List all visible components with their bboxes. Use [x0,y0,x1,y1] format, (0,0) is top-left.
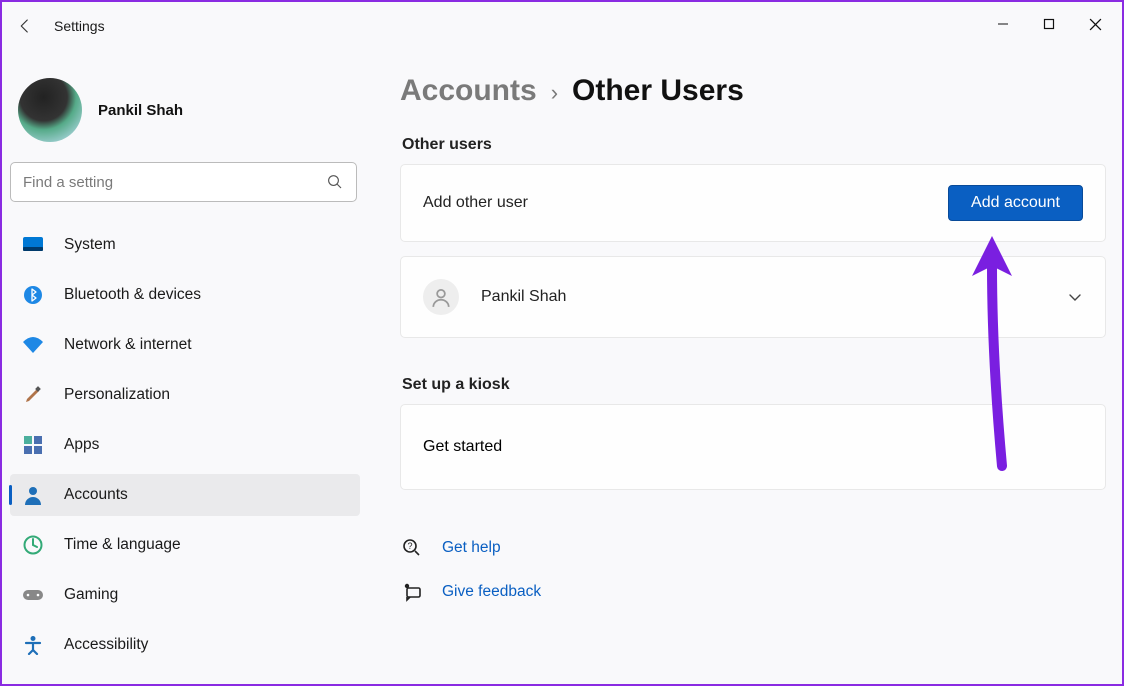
nav-label: Accessibility [64,636,148,654]
user-name: Pankil Shah [481,288,1067,306]
nav-label: System [64,236,116,254]
minimize-button[interactable] [980,4,1026,44]
kiosk-get-started-label: Get started [423,438,502,456]
chevron-right-icon: › [551,80,558,106]
minimize-icon [997,18,1009,30]
feedback-icon [400,582,424,602]
system-icon [22,234,44,256]
give-feedback-link[interactable]: Give feedback [442,583,541,601]
nav-accessibility[interactable]: Accessibility [10,624,360,666]
profile-block[interactable]: Pankil Shah [10,72,360,162]
nav-network[interactable]: Network & internet [10,324,360,366]
add-account-button[interactable]: Add account [948,185,1083,221]
nav-bluetooth[interactable]: Bluetooth & devices [10,274,360,316]
main-content: Accounts › Other Users Other users Add o… [400,74,1106,610]
title-bar: Settings [2,2,1122,50]
section-kiosk-title: Set up a kiosk [402,376,1106,394]
person-icon [22,484,44,506]
profile-name: Pankil Shah [98,102,183,119]
get-help-link[interactable]: Get help [442,539,501,557]
search-input[interactable] [23,174,326,191]
apps-icon [22,434,44,456]
nav-list: System Bluetooth & devices Network & int… [10,220,360,670]
breadcrumb-parent[interactable]: Accounts [400,74,537,108]
get-help-row: ? Get help [400,530,1106,566]
person-outline-icon [423,279,459,315]
window-controls [980,4,1118,44]
add-other-user-row: Add other user Add account [401,165,1105,241]
arrow-left-icon [16,17,34,35]
nav-label: Apps [64,436,99,454]
nav-gaming[interactable]: Gaming [10,574,360,616]
maximize-button[interactable] [1026,4,1072,44]
back-button[interactable] [2,3,48,49]
user-row[interactable]: Pankil Shah [401,257,1105,337]
nav-accounts[interactable]: Accounts [10,474,360,516]
maximize-icon [1043,18,1055,30]
search-container [10,162,352,202]
paintbrush-icon [22,384,44,406]
nav-label: Gaming [64,586,118,604]
nav-personalization[interactable]: Personalization [10,374,360,416]
nav-time[interactable]: Time & language [10,524,360,566]
add-other-user-label: Add other user [423,194,948,212]
bluetooth-icon [22,284,44,306]
close-button[interactable] [1072,4,1118,44]
add-other-user-card: Add other user Add account [400,164,1106,242]
nav-apps[interactable]: Apps [10,424,360,466]
svg-text:?: ? [407,541,412,551]
clock-globe-icon [22,534,44,556]
search-icon [326,173,344,191]
give-feedback-row: Give feedback [400,574,1106,610]
breadcrumb-current: Other Users [572,74,744,108]
search-box[interactable] [10,162,357,202]
gamepad-icon [22,584,44,606]
section-other-users-title: Other users [402,136,1106,154]
wifi-icon [22,334,44,356]
user-list-card: Pankil Shah [400,256,1106,338]
settings-window: Settings Pankil Shah [0,0,1124,686]
close-icon [1089,18,1102,31]
nav-label: Personalization [64,386,170,404]
nav-label: Accounts [64,486,128,504]
nav-label: Bluetooth & devices [64,286,201,304]
nav-label: Network & internet [64,336,192,354]
nav-system[interactable]: System [10,224,360,266]
window-title: Settings [54,18,105,34]
sidebar: Pankil Shah System Bluetooth & devices N… [10,72,360,670]
breadcrumb: Accounts › Other Users [400,74,1106,108]
avatar [18,78,82,142]
chevron-down-icon [1067,289,1083,305]
accessibility-icon [22,634,44,656]
help-icon: ? [400,538,424,558]
kiosk-card[interactable]: Get started [400,404,1106,490]
nav-label: Time & language [64,536,181,554]
